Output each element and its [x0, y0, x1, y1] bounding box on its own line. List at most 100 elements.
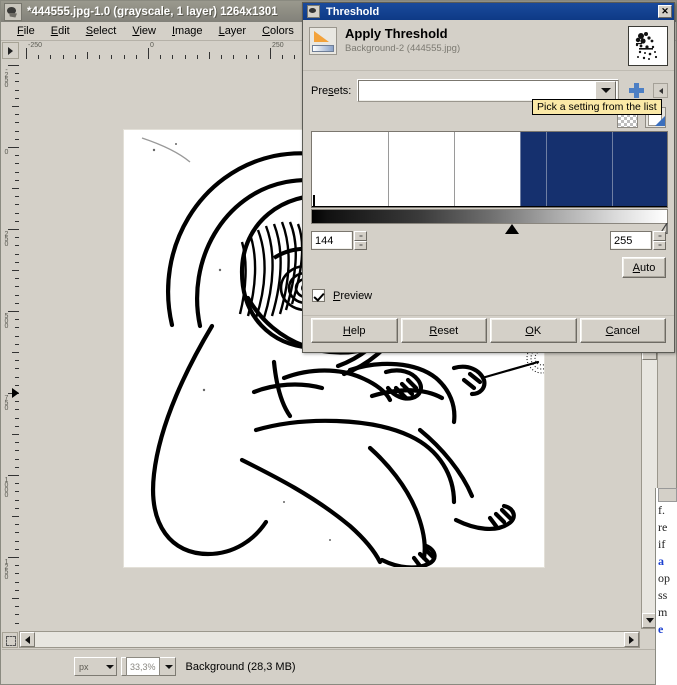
image-window-title: *444555.jpg-1.0 (grayscale, 1 layer) 126… [27, 5, 278, 18]
presets-input[interactable] [360, 82, 595, 99]
background-text-window[interactable]: f. re if a op ss m e [655, 488, 677, 685]
ruler-tick [12, 434, 19, 435]
histogram-selection [519, 132, 667, 207]
high-threshold-stepper[interactable] [653, 231, 666, 250]
ruler-tick [8, 147, 19, 148]
bg-line-5: op [658, 571, 670, 585]
preview-label: Preview [333, 289, 373, 302]
histogram-view[interactable] [311, 131, 668, 208]
histogram-gridline [388, 132, 390, 207]
bg-line-4: a [658, 554, 664, 568]
ruler-tick [270, 48, 271, 59]
vertical-ruler[interactable]: -250 0 250 500 750 1000 1250 [2, 59, 20, 629]
stepper-up[interactable] [354, 231, 367, 241]
histogram-gridline [454, 132, 455, 207]
preview-checkbox[interactable] [312, 289, 325, 302]
bg-line-2: re [658, 520, 668, 534]
quickmask-toggle-button[interactable] [2, 632, 18, 648]
ok-button[interactable]: OK [490, 318, 577, 343]
tooltip: Pick a setting from the list [532, 99, 662, 115]
threshold-tool-icon [309, 27, 337, 55]
ruler-tick [8, 475, 19, 476]
stepper-down[interactable] [354, 240, 367, 250]
ruler-tick [12, 106, 19, 107]
menu-layer[interactable]: Layer [211, 24, 255, 38]
ruler-tick [209, 52, 210, 59]
menu-edit[interactable]: Edit [43, 24, 78, 38]
cancel-button[interactable]: Cancel [579, 318, 666, 343]
low-threshold-input[interactable]: 144 [311, 231, 353, 250]
unit-selector[interactable]: px [74, 657, 117, 676]
ruler-label: 0 [3, 149, 10, 154]
menu-image[interactable]: Image [164, 24, 211, 38]
ruler-tick [12, 188, 19, 189]
scroll-right-button[interactable] [624, 632, 639, 647]
dialog-subheading: Background-2 (444555.jpg) [345, 43, 461, 54]
high-threshold-spinner[interactable]: 255 [610, 231, 666, 250]
preset-menu-icon[interactable] [653, 83, 668, 98]
statusbar: px 33,3% Background (28,3 MB) [2, 649, 675, 683]
ruler-tick [8, 229, 19, 230]
histogram-bar [313, 195, 315, 207]
threshold-low-handle[interactable] [505, 224, 519, 234]
menu-view[interactable]: View [124, 24, 164, 38]
ruler-tick [8, 311, 19, 312]
histogram-gridline [546, 132, 548, 207]
close-icon[interactable]: ✕ [658, 5, 672, 18]
status-message: Background (28,3 MB) [185, 660, 296, 673]
chevron-right-icon [629, 635, 634, 644]
help-button[interactable]: Help [311, 318, 398, 343]
chevron-down-icon [600, 88, 611, 93]
menu-file[interactable]: File [9, 24, 43, 38]
bg-line-8: e [658, 622, 664, 636]
canvas-horizontal-scrollbar[interactable] [19, 631, 640, 648]
ruler-tick [87, 52, 88, 59]
ruler-tick [12, 352, 19, 353]
low-threshold-stepper[interactable] [354, 231, 367, 250]
ruler-label: -250 [3, 67, 10, 87]
zoom-value[interactable]: 33,3% [126, 657, 160, 676]
dialog-window-title: Threshold [326, 5, 380, 18]
stepper-up[interactable] [653, 231, 666, 241]
ruler-tick [12, 516, 19, 517]
chevron-left-icon [25, 635, 30, 644]
presets-dropdown-button[interactable] [595, 81, 616, 100]
ruler-label: 750 [3, 395, 10, 410]
zoom-selector[interactable]: 33,3% [121, 657, 176, 676]
add-preset-icon[interactable] [628, 82, 645, 99]
low-threshold-spinner[interactable]: 144 [311, 231, 367, 250]
dialog-header: Apply Threshold Background-2 (444555.jpg… [303, 20, 674, 71]
histogram-baseline [312, 206, 667, 207]
scroll-left-button[interactable] [20, 632, 35, 647]
menu-colors[interactable]: Colors [254, 24, 302, 38]
histogram-gridline [519, 132, 521, 207]
ruler-tick [12, 270, 19, 271]
ruler-tick [148, 48, 149, 59]
ruler-origin-button[interactable] [2, 42, 19, 59]
threshold-dialog: Threshold ✕ Apply Threshold Background-2… [302, 2, 675, 353]
high-threshold-input[interactable]: 255 [610, 231, 652, 250]
ruler-label: 1000 [3, 477, 10, 497]
dialog-heading: Apply Threshold [345, 26, 448, 41]
dialog-titlebar[interactable]: Threshold ✕ [303, 3, 674, 20]
reset-button[interactable]: Reset [400, 318, 487, 343]
ruler-label: -250 [28, 42, 43, 49]
menu-select[interactable]: Select [78, 24, 125, 38]
layer-thumbnail [628, 26, 668, 66]
histogram-gridline [611, 132, 613, 207]
ruler-tick [12, 598, 19, 599]
ruler-tick [8, 557, 19, 558]
ruler-tick [8, 65, 19, 66]
auto-button[interactable]: Auto [622, 257, 666, 278]
stepper-down[interactable] [653, 240, 666, 250]
chevron-down-icon [164, 664, 173, 669]
preview-row[interactable]: Preview [312, 289, 372, 302]
presets-label: Presets: [311, 84, 352, 97]
background-window-titlebar[interactable] [658, 488, 677, 502]
threshold-gradient-bar[interactable] [311, 209, 668, 224]
ruler-label: 0 [150, 42, 154, 49]
chevron-left-icon [658, 87, 663, 94]
ruler-label: 1250 [3, 559, 10, 579]
unit-value: px [79, 661, 89, 672]
wilber-icon [307, 5, 320, 18]
